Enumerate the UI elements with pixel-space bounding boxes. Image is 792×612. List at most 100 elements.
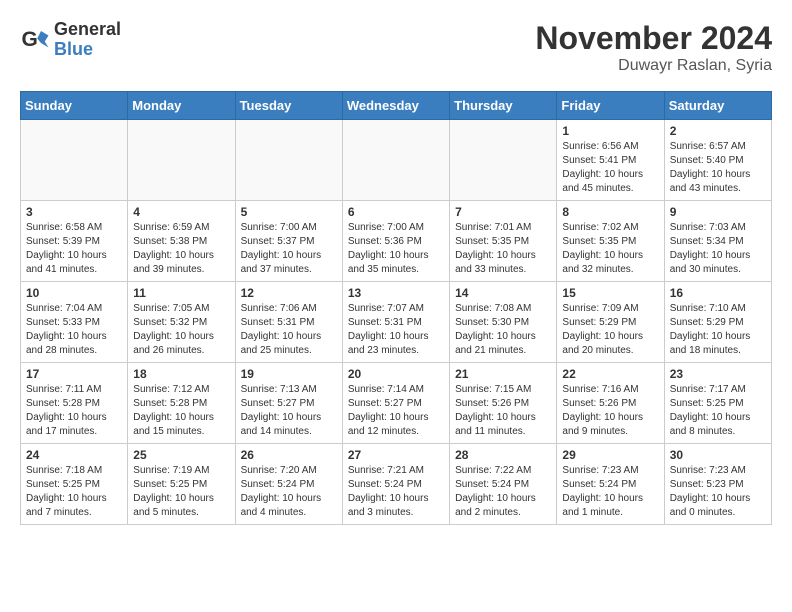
- day-number: 29: [562, 448, 658, 462]
- day-number: 7: [455, 205, 551, 219]
- weekday-header-wednesday: Wednesday: [342, 92, 449, 120]
- calendar-day-cell: 24 Sunrise: 7:18 AM Sunset: 5:25 PM Dayli…: [21, 444, 128, 525]
- day-info: Sunrise: 7:10 AM Sunset: 5:29 PM Dayligh…: [670, 302, 766, 358]
- day-number: 21: [455, 367, 551, 381]
- header-row: SundayMondayTuesdayWednesdayThursdayFrid…: [21, 92, 772, 120]
- day-info: Sunrise: 7:02 AM Sunset: 5:35 PM Dayligh…: [562, 221, 658, 277]
- month-title: November 2024: [535, 20, 772, 57]
- calendar-day-cell: 1 Sunrise: 6:56 AM Sunset: 5:41 PM Daylig…: [557, 120, 664, 201]
- calendar-day-cell: 14 Sunrise: 7:08 AM Sunset: 5:30 PM Dayli…: [450, 282, 557, 363]
- calendar-day-cell: 27 Sunrise: 7:21 AM Sunset: 5:24 PM Dayli…: [342, 444, 449, 525]
- day-info: Sunrise: 7:11 AM Sunset: 5:28 PM Dayligh…: [26, 383, 122, 439]
- calendar-day-cell: 13 Sunrise: 7:07 AM Sunset: 5:31 PM Dayli…: [342, 282, 449, 363]
- day-info: Sunrise: 7:23 AM Sunset: 5:24 PM Dayligh…: [562, 464, 658, 520]
- calendar-day-cell: 9 Sunrise: 7:03 AM Sunset: 5:34 PM Daylig…: [664, 201, 771, 282]
- day-number: 14: [455, 286, 551, 300]
- day-info: Sunrise: 7:05 AM Sunset: 5:32 PM Dayligh…: [133, 302, 229, 358]
- day-number: 3: [26, 205, 122, 219]
- day-number: 1: [562, 124, 658, 138]
- logo-line1: General: [54, 20, 121, 40]
- weekday-header-tuesday: Tuesday: [235, 92, 342, 120]
- day-info: Sunrise: 7:06 AM Sunset: 5:31 PM Dayligh…: [241, 302, 337, 358]
- calendar-day-cell: [450, 120, 557, 201]
- calendar-day-cell: 3 Sunrise: 6:58 AM Sunset: 5:39 PM Daylig…: [21, 201, 128, 282]
- day-number: 17: [26, 367, 122, 381]
- day-number: 27: [348, 448, 444, 462]
- calendar-day-cell: [21, 120, 128, 201]
- day-number: 4: [133, 205, 229, 219]
- day-info: Sunrise: 6:57 AM Sunset: 5:40 PM Dayligh…: [670, 140, 766, 196]
- calendar-day-cell: 11 Sunrise: 7:05 AM Sunset: 5:32 PM Dayli…: [128, 282, 235, 363]
- calendar-table: SundayMondayTuesdayWednesdayThursdayFrid…: [20, 91, 772, 525]
- calendar-day-cell: 28 Sunrise: 7:22 AM Sunset: 5:24 PM Dayli…: [450, 444, 557, 525]
- calendar-day-cell: 6 Sunrise: 7:00 AM Sunset: 5:36 PM Daylig…: [342, 201, 449, 282]
- day-number: 9: [670, 205, 766, 219]
- day-number: 16: [670, 286, 766, 300]
- day-info: Sunrise: 7:15 AM Sunset: 5:26 PM Dayligh…: [455, 383, 551, 439]
- calendar-day-cell: 30 Sunrise: 7:23 AM Sunset: 5:23 PM Dayli…: [664, 444, 771, 525]
- day-info: Sunrise: 7:03 AM Sunset: 5:34 PM Dayligh…: [670, 221, 766, 277]
- calendar-day-cell: 26 Sunrise: 7:20 AM Sunset: 5:24 PM Dayli…: [235, 444, 342, 525]
- calendar-week-4: 24 Sunrise: 7:18 AM Sunset: 5:25 PM Dayli…: [21, 444, 772, 525]
- day-info: Sunrise: 7:09 AM Sunset: 5:29 PM Dayligh…: [562, 302, 658, 358]
- day-info: Sunrise: 7:22 AM Sunset: 5:24 PM Dayligh…: [455, 464, 551, 520]
- logo-text: General Blue: [54, 20, 121, 60]
- weekday-header-sunday: Sunday: [21, 92, 128, 120]
- day-info: Sunrise: 7:08 AM Sunset: 5:30 PM Dayligh…: [455, 302, 551, 358]
- calendar-day-cell: 19 Sunrise: 7:13 AM Sunset: 5:27 PM Dayli…: [235, 363, 342, 444]
- day-info: Sunrise: 7:04 AM Sunset: 5:33 PM Dayligh…: [26, 302, 122, 358]
- calendar-day-cell: 20 Sunrise: 7:14 AM Sunset: 5:27 PM Dayli…: [342, 363, 449, 444]
- calendar-week-0: 1 Sunrise: 6:56 AM Sunset: 5:41 PM Daylig…: [21, 120, 772, 201]
- day-number: 19: [241, 367, 337, 381]
- day-number: 20: [348, 367, 444, 381]
- calendar-day-cell: [128, 120, 235, 201]
- day-info: Sunrise: 7:19 AM Sunset: 5:25 PM Dayligh…: [133, 464, 229, 520]
- day-number: 28: [455, 448, 551, 462]
- day-number: 30: [670, 448, 766, 462]
- day-number: 8: [562, 205, 658, 219]
- day-number: 11: [133, 286, 229, 300]
- day-info: Sunrise: 6:56 AM Sunset: 5:41 PM Dayligh…: [562, 140, 658, 196]
- day-number: 5: [241, 205, 337, 219]
- day-number: 15: [562, 286, 658, 300]
- logo-icon: G: [20, 25, 50, 55]
- day-info: Sunrise: 7:00 AM Sunset: 5:37 PM Dayligh…: [241, 221, 337, 277]
- day-number: 24: [26, 448, 122, 462]
- calendar-day-cell: 10Sunrise: 7:04 AM Sunset: 5:33 PM Dayli…: [21, 282, 128, 363]
- day-info: Sunrise: 7:13 AM Sunset: 5:27 PM Dayligh…: [241, 383, 337, 439]
- day-info: Sunrise: 7:07 AM Sunset: 5:31 PM Dayligh…: [348, 302, 444, 358]
- calendar-day-cell: 5 Sunrise: 7:00 AM Sunset: 5:37 PM Daylig…: [235, 201, 342, 282]
- day-info: Sunrise: 7:14 AM Sunset: 5:27 PM Dayligh…: [348, 383, 444, 439]
- day-number: 6: [348, 205, 444, 219]
- day-info: Sunrise: 6:59 AM Sunset: 5:38 PM Dayligh…: [133, 221, 229, 277]
- calendar-day-cell: 7 Sunrise: 7:01 AM Sunset: 5:35 PM Daylig…: [450, 201, 557, 282]
- day-info: Sunrise: 6:58 AM Sunset: 5:39 PM Dayligh…: [26, 221, 122, 277]
- day-number: 22: [562, 367, 658, 381]
- title-section: November 2024 Duwayr Raslan, Syria: [535, 20, 772, 75]
- day-info: Sunrise: 7:21 AM Sunset: 5:24 PM Dayligh…: [348, 464, 444, 520]
- svg-text:G: G: [22, 28, 38, 51]
- calendar-week-1: 3 Sunrise: 6:58 AM Sunset: 5:39 PM Daylig…: [21, 201, 772, 282]
- day-number: 13: [348, 286, 444, 300]
- calendar-day-cell: [342, 120, 449, 201]
- day-info: Sunrise: 7:18 AM Sunset: 5:25 PM Dayligh…: [26, 464, 122, 520]
- day-info: Sunrise: 7:23 AM Sunset: 5:23 PM Dayligh…: [670, 464, 766, 520]
- day-number: 2: [670, 124, 766, 138]
- calendar-day-cell: 2 Sunrise: 6:57 AM Sunset: 5:40 PM Daylig…: [664, 120, 771, 201]
- calendar-day-cell: 21 Sunrise: 7:15 AM Sunset: 5:26 PM Dayli…: [450, 363, 557, 444]
- logo-line2: Blue: [54, 40, 121, 60]
- day-number: 18: [133, 367, 229, 381]
- day-info: Sunrise: 7:17 AM Sunset: 5:25 PM Dayligh…: [670, 383, 766, 439]
- calendar-day-cell: 25Sunrise: 7:19 AM Sunset: 5:25 PM Dayli…: [128, 444, 235, 525]
- day-info: Sunrise: 7:00 AM Sunset: 5:36 PM Dayligh…: [348, 221, 444, 277]
- day-number: 23: [670, 367, 766, 381]
- weekday-header-friday: Friday: [557, 92, 664, 120]
- day-number: 26: [241, 448, 337, 462]
- weekday-header-monday: Monday: [128, 92, 235, 120]
- day-info: Sunrise: 7:20 AM Sunset: 5:24 PM Dayligh…: [241, 464, 337, 520]
- calendar-day-cell: 12Sunrise: 7:06 AM Sunset: 5:31 PM Dayli…: [235, 282, 342, 363]
- day-info: Sunrise: 7:01 AM Sunset: 5:35 PM Dayligh…: [455, 221, 551, 277]
- calendar-week-2: 10Sunrise: 7:04 AM Sunset: 5:33 PM Dayli…: [21, 282, 772, 363]
- day-info: Sunrise: 7:12 AM Sunset: 5:28 PM Dayligh…: [133, 383, 229, 439]
- calendar-day-cell: [235, 120, 342, 201]
